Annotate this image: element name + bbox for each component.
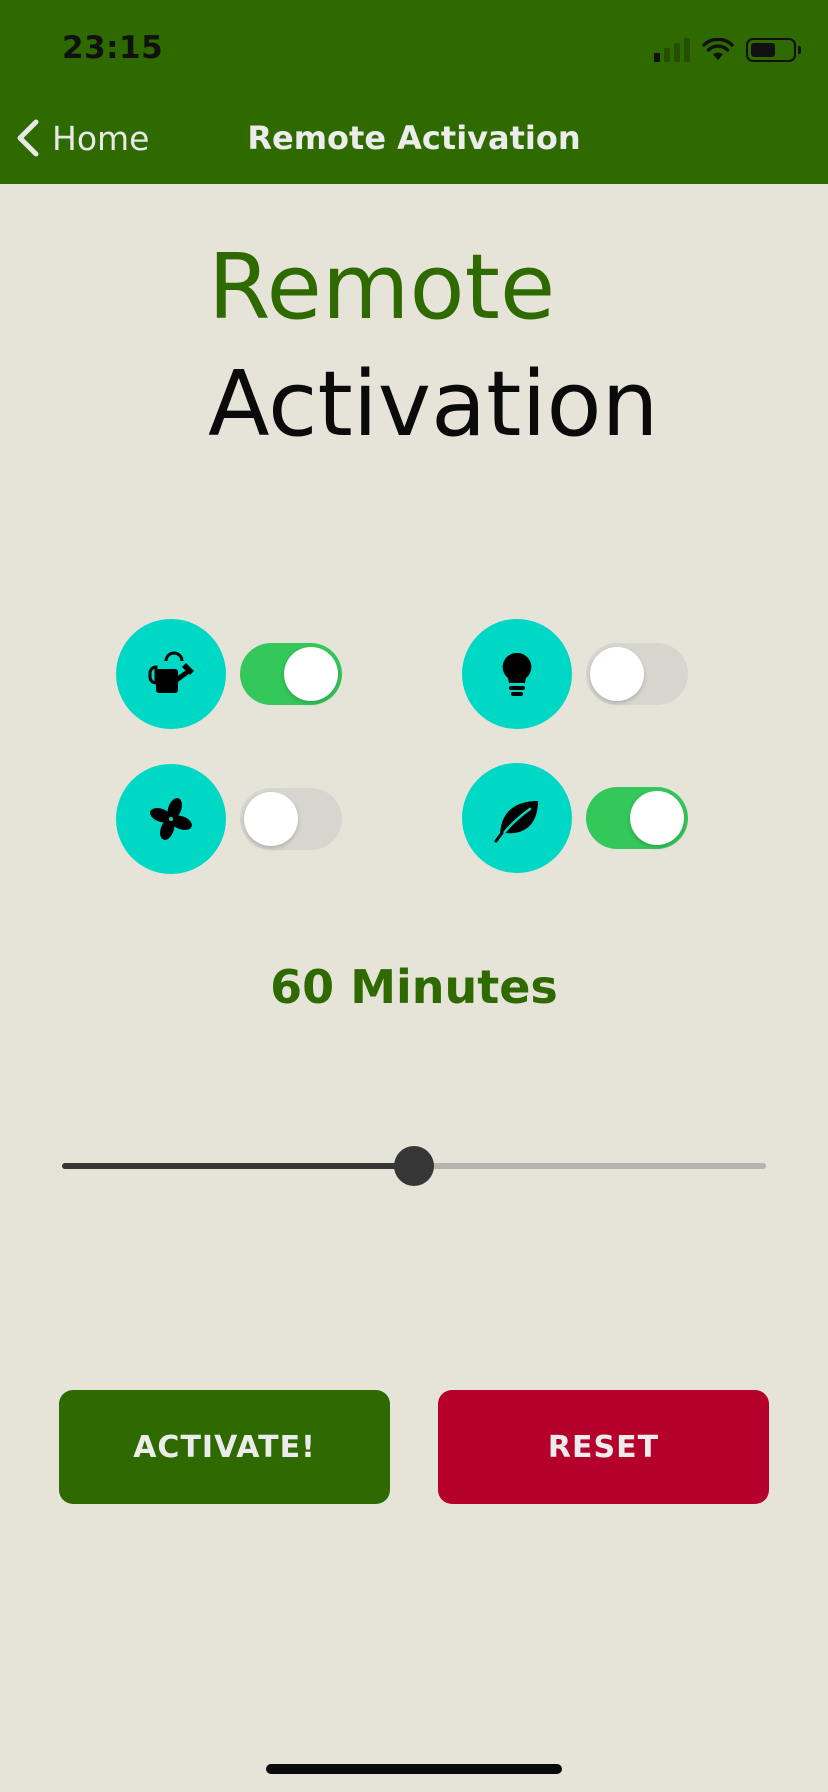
toggle-knob: [590, 647, 644, 701]
nav-title: Remote Activation: [247, 119, 581, 157]
toggle-knob: [284, 647, 338, 701]
duration-label: 60 Minutes: [270, 960, 558, 1014]
remote-activation-screen: 23:15 Home Remote Activation Remote Acti…: [0, 0, 828, 1792]
slider-fill: [62, 1163, 414, 1169]
home-indicator: [266, 1764, 562, 1774]
device-plant: [462, 763, 688, 873]
reset-button[interactable]: RESET: [438, 1390, 769, 1504]
battery-level: [751, 43, 775, 57]
toggle-watering[interactable]: [240, 643, 342, 705]
page-title-line1: Remote: [208, 235, 556, 340]
page-title-line2: Activation: [208, 352, 659, 457]
cellular-signal-icon: [654, 38, 690, 62]
toggle-knob: [244, 792, 298, 846]
device-watering: [116, 619, 342, 729]
activate-button[interactable]: ACTIVATE!: [59, 1390, 390, 1504]
lightbulb-icon: [462, 619, 572, 729]
toggle-fan[interactable]: [240, 788, 342, 850]
device-fan: [116, 764, 342, 874]
device-light: [462, 619, 688, 729]
status-time: 23:15: [62, 30, 164, 66]
wifi-icon: [702, 38, 734, 60]
top-bar: 23:15 Home Remote Activation: [0, 0, 828, 184]
leaf-icon: [462, 763, 572, 873]
slider-thumb[interactable]: [394, 1146, 434, 1186]
duration-slider[interactable]: [62, 1146, 766, 1186]
toggle-light[interactable]: [586, 643, 688, 705]
battery-icon: [746, 38, 801, 62]
watering-can-icon: [116, 619, 226, 729]
fan-icon: [116, 764, 226, 874]
toggle-plant[interactable]: [586, 787, 688, 849]
status-icons: [654, 36, 801, 64]
toggle-knob: [630, 791, 684, 845]
